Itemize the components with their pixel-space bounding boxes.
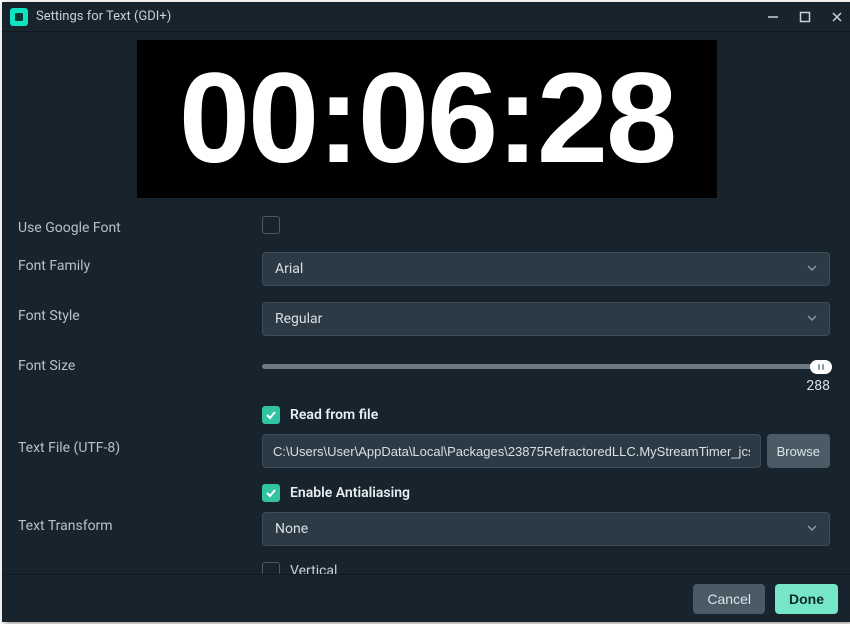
label-enable-antialiasing: Enable Antialiasing: [290, 485, 410, 501]
close-button[interactable]: [830, 10, 844, 24]
preview-area: 00:06:28: [2, 32, 850, 198]
label-text-transform: Text Transform: [14, 512, 262, 534]
cancel-button[interactable]: Cancel: [693, 584, 765, 614]
settings-form: Use Google Font Font Family Arial Font S…: [2, 198, 850, 574]
chevron-down-icon: [807, 311, 817, 327]
slider-thumb[interactable]: [810, 360, 832, 374]
input-text-file-path[interactable]: [262, 434, 761, 468]
preview-text: 00:06:28: [179, 55, 675, 183]
app-icon: [10, 8, 28, 26]
checkbox-read-from-file[interactable]: [262, 406, 280, 424]
done-button[interactable]: Done: [775, 584, 838, 614]
label-font-size: Font Size: [14, 352, 262, 374]
select-font-style-value: Regular: [275, 311, 322, 327]
chevron-down-icon: [807, 521, 817, 537]
label-vertical: Vertical: [290, 563, 337, 574]
preview-canvas: 00:06:28: [137, 40, 717, 198]
browse-button[interactable]: Browse: [767, 434, 830, 468]
titlebar: Settings for Text (GDI+): [2, 2, 850, 32]
chevron-down-icon: [807, 261, 817, 277]
label-font-family: Font Family: [14, 252, 262, 274]
select-font-style[interactable]: Regular: [262, 302, 830, 336]
label-use-google-font: Use Google Font: [14, 214, 262, 236]
label-font-style: Font Style: [14, 302, 262, 324]
select-font-family[interactable]: Arial: [262, 252, 830, 286]
footer: Cancel Done: [2, 574, 850, 622]
label-read-from-file: Read from file: [290, 407, 378, 423]
select-text-transform-value: None: [275, 521, 308, 537]
select-font-family-value: Arial: [275, 261, 303, 277]
window-title: Settings for Text (GDI+): [36, 9, 766, 24]
checkbox-vertical[interactable]: [262, 562, 280, 574]
minimize-button[interactable]: [766, 10, 780, 24]
font-size-value: 288: [806, 378, 830, 394]
slider-font-size[interactable]: [262, 364, 830, 369]
checkbox-use-google-font[interactable]: [262, 216, 280, 234]
label-text-file: Text File (UTF-8): [14, 434, 262, 456]
maximize-button[interactable]: [798, 10, 812, 24]
checkbox-enable-antialiasing[interactable]: [262, 484, 280, 502]
select-text-transform[interactable]: None: [262, 512, 830, 546]
settings-window: Settings for Text (GDI+) 00:06:28 Use Go…: [2, 2, 850, 622]
